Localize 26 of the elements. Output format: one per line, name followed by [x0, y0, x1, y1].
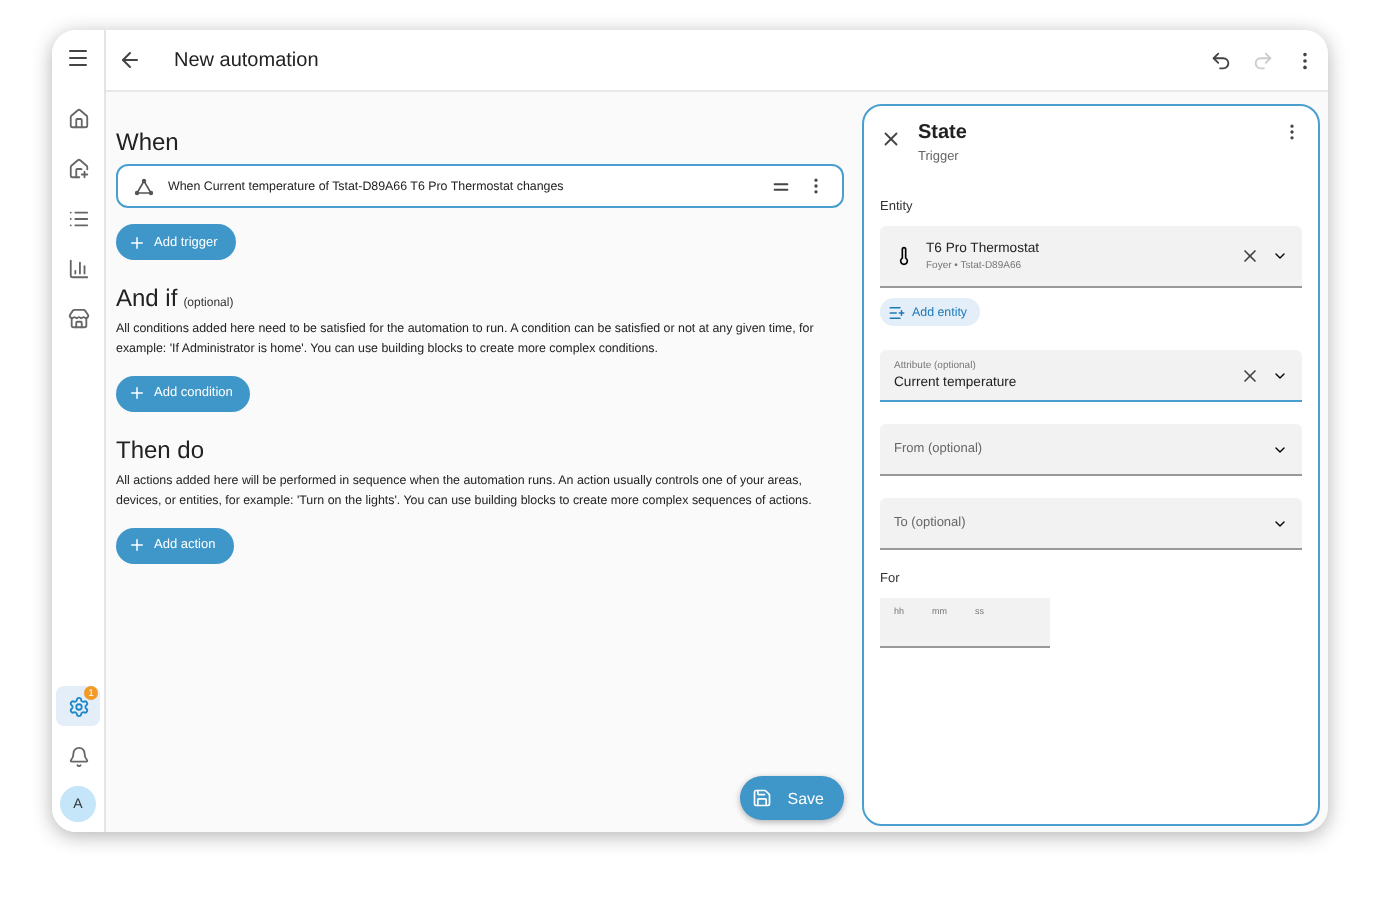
save-button[interactable]: Save — [739, 776, 844, 820]
section-title: And if — [116, 284, 178, 312]
section-title: Then do — [116, 435, 205, 464]
plus-icon — [128, 233, 146, 251]
close-icon[interactable] — [880, 128, 902, 150]
chart-icon — [67, 257, 89, 279]
plus-icon — [128, 536, 146, 555]
clear-icon[interactable] — [1240, 246, 1260, 266]
house-icon — [67, 157, 89, 179]
panel-title: State — [918, 122, 969, 144]
bell-icon — [67, 745, 89, 767]
settings-icon — [67, 695, 89, 717]
section-title: When — [116, 128, 179, 156]
menu-icon[interactable] — [66, 46, 90, 70]
store-icon — [67, 307, 89, 329]
plus-icon — [128, 384, 146, 403]
back-icon[interactable] — [118, 48, 142, 72]
undo-icon[interactable] — [1210, 49, 1232, 71]
thermometer-icon — [894, 246, 914, 266]
dropdown-icon — [1272, 248, 1288, 264]
home-icon — [67, 107, 89, 129]
clear-icon[interactable] — [1240, 365, 1260, 385]
page-title: New automation — [174, 49, 321, 71]
save-icon — [751, 788, 772, 808]
list-plus-icon — [888, 303, 906, 321]
network-icon — [134, 177, 154, 195]
